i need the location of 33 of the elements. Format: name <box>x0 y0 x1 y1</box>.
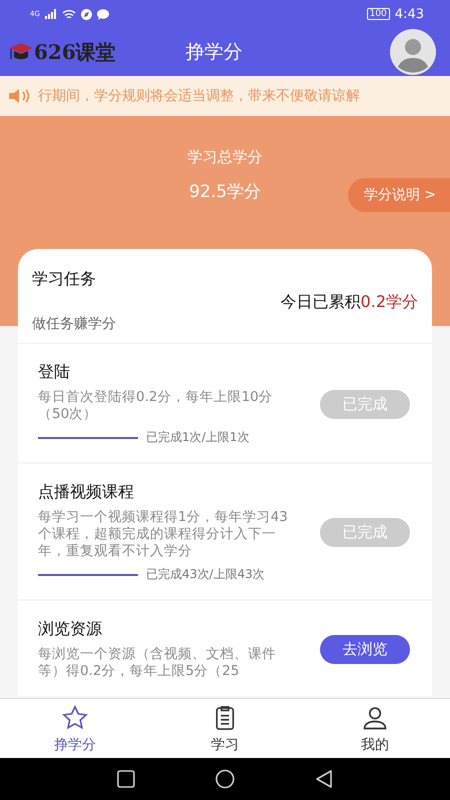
task-title: 浏览资源 <box>38 619 103 640</box>
signal-icon <box>44 9 57 19</box>
total-credits-label: 学习总学分 <box>188 148 262 167</box>
speaker-icon <box>8 88 32 104</box>
notice-text: 行期间，学分规则将会适当调整，带来不便敬请谅解 <box>38 87 360 105</box>
avatar-icon[interactable] <box>390 29 436 75</box>
task-description: 每学习一个视频课程得1分，每年学习43个课程，超额完成的课程得分计入下一年，重复观看不计入学分 <box>38 509 289 560</box>
chat-icon <box>96 8 109 20</box>
total-credits-value: 92.5学分 <box>189 181 261 203</box>
task-title: 点播视频课程 <box>38 482 135 503</box>
home-icon[interactable] <box>215 769 235 789</box>
tab-bar-item[interactable]: 我的 <box>300 699 450 758</box>
task-title: 登陆 <box>38 362 71 383</box>
today-credits: 今日已累积0.2学分 <box>280 292 418 313</box>
wifi-icon <box>62 8 76 20</box>
progress-text: 已完成1次/上限1次 <box>146 429 250 446</box>
star-icon <box>61 704 89 732</box>
card-subtitle: 做任务赚学分 <box>32 315 117 333</box>
card-title: 学习任务 <box>32 269 97 290</box>
back-icon[interactable] <box>315 770 333 788</box>
browse-button[interactable]: 去浏览 <box>320 635 410 664</box>
battery-level: 100 <box>366 8 390 20</box>
recent-apps-icon[interactable] <box>117 770 135 788</box>
task-description: 每日首次登陆得0.2分，每年上限10分（50次） <box>38 389 274 423</box>
progress-text: 已完成43次/上限43次 <box>146 566 265 583</box>
page-title: 挣学分 <box>184 40 244 65</box>
tab-bar-item[interactable]: 挣学分 <box>0 699 150 758</box>
task-description: 每浏览一个资源（含视频、文档、课件等）得0.2分，每年上限5分（25 <box>38 646 277 680</box>
app-logo: 626课堂 <box>34 38 116 66</box>
clock-time: 4:43 <box>394 6 424 22</box>
tab-bar-item[interactable]: 学习 <box>150 699 300 758</box>
compass-icon <box>80 8 92 20</box>
credit-explanation-button[interactable]: 学分说明 > <box>348 178 450 212</box>
